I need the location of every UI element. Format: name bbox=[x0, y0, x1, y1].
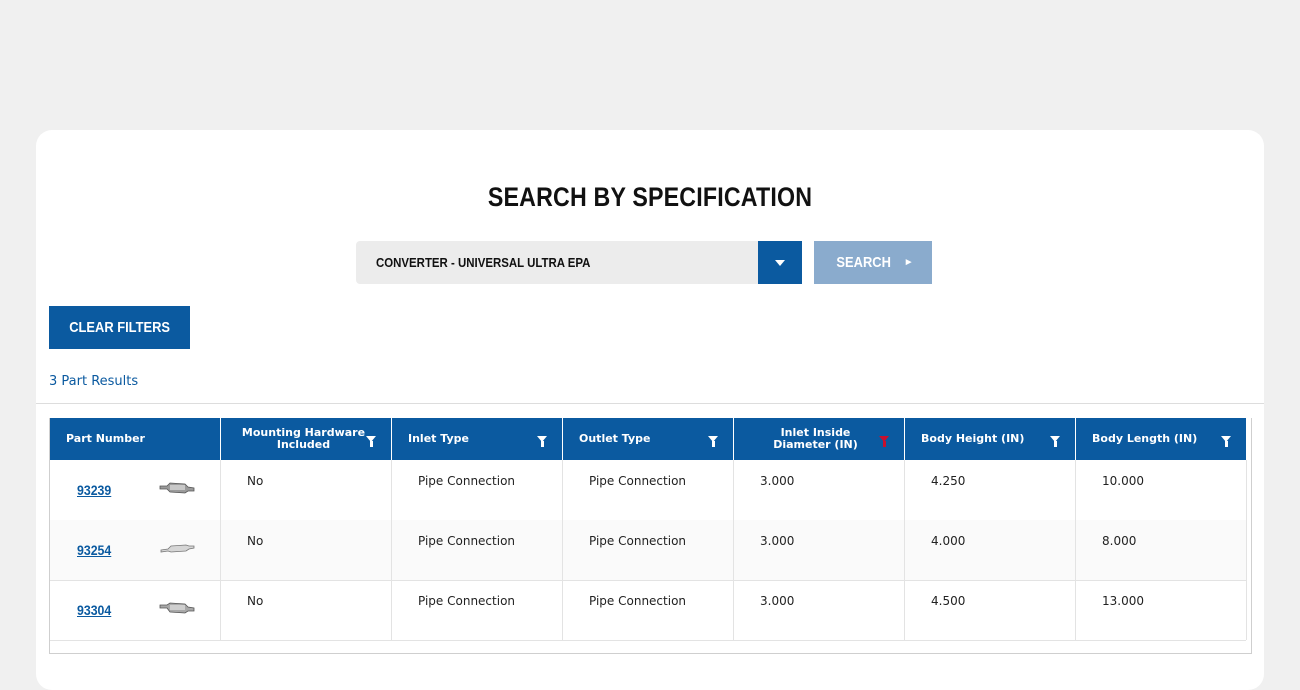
converter-thumbnail-icon[interactable] bbox=[158, 538, 198, 558]
category-dropdown-toggle[interactable] bbox=[758, 241, 802, 284]
cell-inlet-type: Pipe Connection bbox=[392, 520, 563, 580]
cell-part-number: 93254 bbox=[50, 520, 221, 580]
table-row: 93304 No Pipe Connection Pipe Connection… bbox=[50, 580, 1247, 641]
cell-outlet-type: Pipe Connection bbox=[563, 460, 734, 520]
clear-filters-label: CLEAR FILTERS bbox=[69, 319, 170, 336]
filter-icon[interactable] bbox=[537, 436, 547, 447]
column-header-inlet-type[interactable]: Inlet Type bbox=[392, 418, 563, 460]
filter-icon[interactable] bbox=[1221, 436, 1231, 447]
cell-mounting: No bbox=[221, 520, 392, 580]
cell-inlet-diameter: 3.000 bbox=[734, 580, 905, 640]
cell-body-length: 10.000 bbox=[1076, 460, 1247, 520]
arrow-right-icon: ► bbox=[903, 257, 914, 268]
cell-mounting: No bbox=[221, 460, 392, 520]
chevron-down-icon bbox=[775, 259, 785, 266]
table-header: Part Number Mounting Hardware Included I… bbox=[50, 418, 1247, 460]
cell-outlet-type: Pipe Connection bbox=[563, 520, 734, 580]
cell-inlet-type: Pipe Connection bbox=[392, 460, 563, 520]
category-select-value: CONVERTER - UNIVERSAL ULTRA EPA bbox=[376, 255, 591, 270]
column-header-body-length[interactable]: Body Length (IN) bbox=[1076, 418, 1247, 460]
category-select[interactable]: CONVERTER - UNIVERSAL ULTRA EPA bbox=[356, 241, 802, 284]
filter-icon[interactable] bbox=[366, 436, 376, 447]
cell-body-length: 13.000 bbox=[1076, 580, 1247, 640]
cell-inlet-diameter: 3.000 bbox=[734, 520, 905, 580]
column-header-inlet-diameter[interactable]: Inlet Inside Diameter (IN) bbox=[734, 418, 905, 460]
column-header-outlet-type[interactable]: Outlet Type bbox=[563, 418, 734, 460]
filter-icon[interactable] bbox=[1050, 436, 1060, 447]
table-row: 93239 No Pipe Connection Pipe Connection… bbox=[50, 460, 1247, 521]
cell-body-length: 8.000 bbox=[1076, 520, 1247, 580]
filter-icon[interactable] bbox=[708, 436, 718, 447]
results-table: Part Number Mounting Hardware Included I… bbox=[49, 418, 1252, 654]
converter-thumbnail-icon[interactable] bbox=[158, 598, 198, 618]
part-number-link[interactable]: 93304 bbox=[77, 602, 111, 618]
part-number-link[interactable]: 93239 bbox=[77, 482, 111, 498]
divider bbox=[36, 403, 1264, 404]
cell-outlet-type: Pipe Connection bbox=[563, 580, 734, 640]
cell-part-number: 93304 bbox=[50, 580, 221, 640]
results-count: 3 Part Results bbox=[49, 374, 139, 389]
search-button-label: SEARCH bbox=[836, 254, 892, 271]
cell-inlet-diameter: 3.000 bbox=[734, 460, 905, 520]
table-row: 93254 No Pipe Connection Pipe Connection… bbox=[50, 520, 1247, 581]
column-header-body-height[interactable]: Body Height (IN) bbox=[905, 418, 1076, 460]
filter-active-icon[interactable] bbox=[879, 436, 889, 447]
clear-filters-button[interactable]: CLEAR FILTERS bbox=[49, 306, 190, 349]
column-header-part-number[interactable]: Part Number bbox=[50, 418, 221, 460]
cell-body-height: 4.000 bbox=[905, 520, 1076, 580]
part-number-link[interactable]: 93254 bbox=[77, 542, 111, 558]
converter-thumbnail-icon[interactable] bbox=[158, 478, 198, 498]
cell-mounting: No bbox=[221, 580, 392, 640]
search-button[interactable]: SEARCH ► bbox=[814, 241, 932, 284]
cell-body-height: 4.250 bbox=[905, 460, 1076, 520]
cell-body-height: 4.500 bbox=[905, 580, 1076, 640]
search-card: SEARCH BY SPECIFICATION CONVERTER - UNIV… bbox=[36, 130, 1264, 690]
cell-inlet-type: Pipe Connection bbox=[392, 580, 563, 640]
column-header-mounting-hardware[interactable]: Mounting Hardware Included bbox=[221, 418, 392, 460]
page-title: SEARCH BY SPECIFICATION bbox=[487, 182, 813, 212]
cell-part-number: 93239 bbox=[50, 460, 221, 520]
